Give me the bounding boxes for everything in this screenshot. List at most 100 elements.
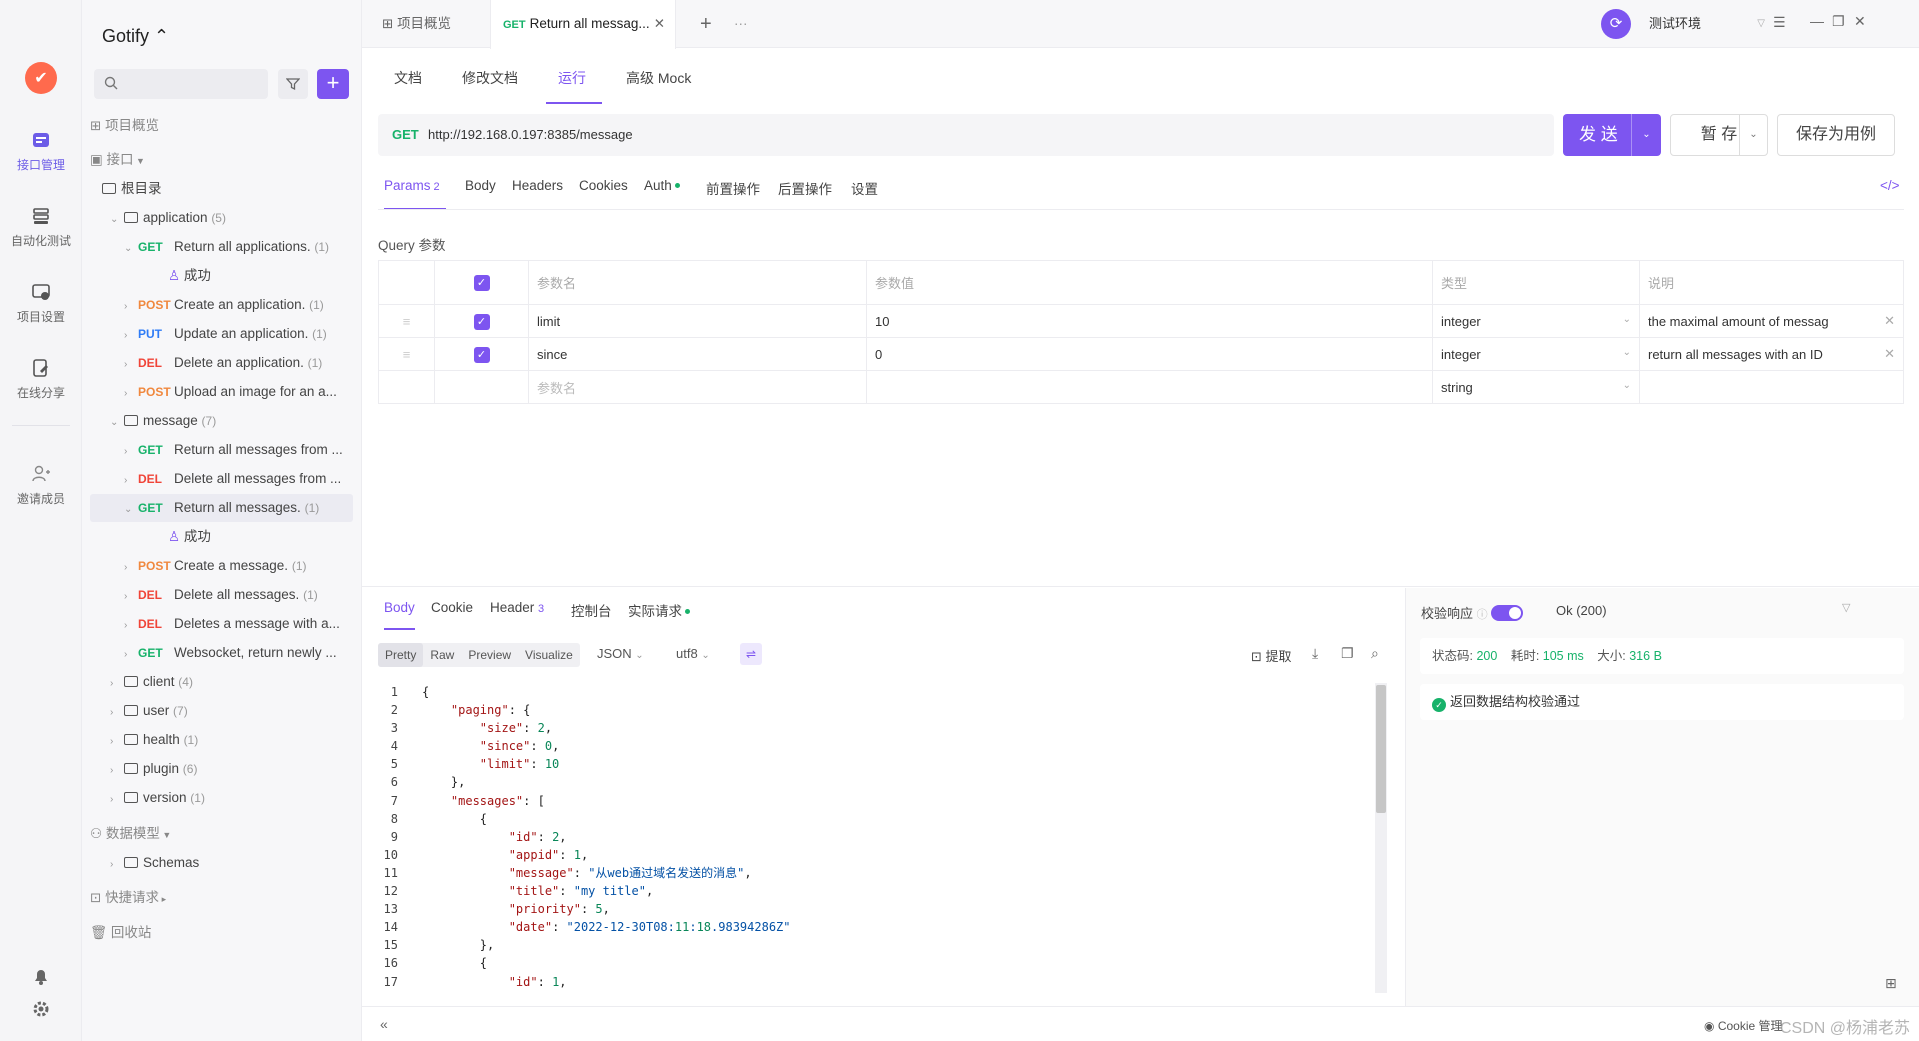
param-name[interactable]: limit (528, 304, 867, 338)
encoding-select[interactable]: utf8 ⌄ (676, 646, 710, 661)
resp-tab-cookie[interactable]: Cookie (431, 600, 473, 630)
tree-api-item[interactable]: › DEL Deletes a message with a... (90, 610, 353, 638)
tree-api-item[interactable]: ⌄ GET Return all applications. (1) (90, 233, 353, 261)
rail-item-invite[interactable]: 邀请成员 (0, 464, 82, 507)
tree-root-dir[interactable]: 根目录 (90, 175, 353, 203)
tree-api-root[interactable]: ▣ 接口 ▼ (90, 146, 353, 174)
response-body-code[interactable]: 1{ 2 "paging": { 3 "size": 2, 4 "since":… (378, 683, 1388, 993)
tree-api-item[interactable]: › POST Upload an image for an a... (90, 378, 353, 406)
tab-mock[interactable]: 高级 Mock (626, 60, 691, 104)
gear-icon[interactable] (31, 999, 51, 1019)
tree-api-item[interactable]: › GET Return all messages from ... (90, 436, 353, 464)
layout-icon[interactable]: ⊞ (1885, 975, 1897, 992)
tree-overview[interactable]: ⊞ 项目概览 (90, 112, 353, 140)
more-tabs-icon[interactable]: ··· (722, 0, 760, 48)
tree-quick-request[interactable]: ⊡ 快捷请求 ▸ (90, 884, 353, 912)
save-draft-button[interactable]: 暂 存 ⌄ (1670, 114, 1768, 156)
param-value[interactable]: 10 (866, 304, 1433, 338)
tree-api-item[interactable]: › DEL Delete an application. (1) (90, 349, 353, 377)
wrap-lines-icon[interactable]: ⇌ (740, 643, 762, 665)
view-raw[interactable]: Raw (423, 643, 461, 667)
param-type-select[interactable]: string ⌄ (1432, 370, 1640, 404)
tree-api-item-selected[interactable]: ⌄ GET Return all messages. (1) (90, 494, 353, 522)
tree-schemas[interactable]: › Schemas (90, 849, 353, 877)
view-pretty[interactable]: Pretty (378, 643, 424, 667)
filter-button[interactable] (278, 69, 308, 99)
tree-folder-health[interactable]: › health (1) (90, 726, 353, 754)
cookie-manager[interactable]: ◉ Cookie 管理 (1704, 1017, 1783, 1034)
tab-run[interactable]: 运行 (546, 60, 602, 104)
sync-icon[interactable]: ⟳ (1601, 9, 1631, 39)
tab-current-api[interactable]: GET Return all messag... ✕ (490, 0, 676, 49)
tab-doc[interactable]: 文档 (394, 60, 422, 104)
environment-select[interactable]: ⟳ 测试环境 ▽ (1601, 9, 1779, 39)
new-tab-button[interactable]: + (688, 0, 724, 48)
tree-case-item[interactable]: ♙ 成功 (90, 262, 353, 290)
tree-api-item[interactable]: › POST Create an application. (1) (90, 291, 353, 319)
help-icon[interactable]: ⓘ (1477, 609, 1491, 621)
tab-settings[interactable]: 设置 (851, 178, 878, 210)
rail-item-share[interactable]: 在线分享 (0, 358, 82, 401)
download-icon[interactable]: ⤓ (1312, 645, 1318, 662)
tree-api-item[interactable]: › DEL Delete all messages. (1) (90, 581, 353, 609)
chevron-down-icon[interactable]: ⌄ (1631, 114, 1661, 156)
validate-toggle[interactable] (1490, 605, 1523, 621)
tab-params[interactable]: Params 2 (384, 178, 446, 210)
param-name[interactable]: since (528, 337, 867, 371)
add-api-button[interactable]: + (317, 69, 349, 99)
tab-headers[interactable]: Headers (512, 178, 563, 210)
tree-trash[interactable]: 🗑 回收站 (90, 919, 353, 947)
select-all-cell[interactable]: ✓ (434, 260, 529, 305)
code-scrollbar[interactable] (1375, 683, 1387, 993)
extract-button[interactable]: ⊡ 提取 (1251, 646, 1292, 665)
tree-folder-application[interactable]: ⌄ application (5) (90, 204, 353, 232)
checkbox[interactable]: ✓ (473, 346, 490, 363)
send-button[interactable]: 发 送 ⌄ (1563, 114, 1661, 156)
url-input[interactable]: GET http://192.168.0.197:8385/message (378, 114, 1554, 156)
minimize-icon[interactable]: — (1810, 13, 1824, 29)
tree-api-item[interactable]: › GET Websocket, return newly ... (90, 639, 353, 667)
tree-folder-version[interactable]: › version (1) (90, 784, 353, 812)
delete-row-icon[interactable]: ✕ (1884, 313, 1895, 329)
chevron-down-icon[interactable]: ▽ (1842, 601, 1850, 614)
save-as-case-button[interactable]: 保存为用例 (1777, 114, 1895, 156)
rail-item-api[interactable]: 接口管理 (0, 130, 82, 173)
rail-item-settings[interactable]: 项目设置 (0, 282, 82, 325)
tab-post-ops[interactable]: 后置操作 (778, 178, 832, 210)
checkbox[interactable]: ✓ (473, 275, 490, 291)
drag-handle-icon[interactable]: ≡ (378, 304, 435, 338)
view-preview[interactable]: Preview (461, 643, 518, 667)
window-close-icon[interactable]: ✕ (1854, 13, 1866, 30)
resp-tab-actual[interactable]: 实际请求 (628, 600, 690, 630)
row-check-cell[interactable]: ✓ (434, 304, 529, 338)
tab-overview[interactable]: ⊞ 项目概览 (370, 0, 463, 48)
param-type-select[interactable]: integer ⌄ (1432, 304, 1640, 338)
drag-handle-icon[interactable]: ≡ (378, 337, 435, 371)
tree-data-model[interactable]: ⚇ 数据模型 ▼ (90, 820, 353, 848)
tab-edit-doc[interactable]: 修改文档 (462, 60, 518, 104)
tree-search-input[interactable] (94, 69, 268, 99)
tab-pre-ops[interactable]: 前置操作 (706, 178, 760, 210)
chevron-down-icon[interactable]: ⌄ (1739, 115, 1767, 155)
close-icon[interactable]: ✕ (654, 0, 665, 48)
resp-tab-body[interactable]: Body (384, 600, 415, 630)
resp-tab-header[interactable]: Header 3 (490, 600, 544, 630)
checkbox[interactable]: ✓ (473, 313, 490, 330)
param-value-input[interactable] (866, 370, 1433, 404)
tab-auth[interactable]: Auth (644, 178, 680, 210)
tree-folder-user[interactable]: › user (7) (90, 697, 353, 725)
bell-icon[interactable] (31, 966, 51, 986)
project-switcher[interactable]: Gotify ⌃ (102, 26, 169, 47)
row-check-cell[interactable]: ✓ (434, 337, 529, 371)
copy-icon[interactable]: ❐ (1341, 645, 1354, 662)
format-select[interactable]: JSON ⌄ (597, 646, 644, 661)
tree-api-item[interactable]: › POST Create a message. (1) (90, 552, 353, 580)
collapse-sidebar-icon[interactable]: « (380, 1016, 388, 1032)
scrollbar-thumb[interactable] (1376, 685, 1386, 813)
param-type-select[interactable]: integer ⌄ (1432, 337, 1640, 371)
param-desc[interactable]: the maximal amount of messag ✕ (1639, 304, 1904, 338)
rail-item-autotest[interactable]: 自动化测试 (0, 206, 82, 249)
restore-icon[interactable]: ❐ (1832, 13, 1845, 30)
tree-api-item[interactable]: › DEL Delete all messages from ... (90, 465, 353, 493)
search-icon[interactable]: ⌕ (1371, 645, 1379, 662)
